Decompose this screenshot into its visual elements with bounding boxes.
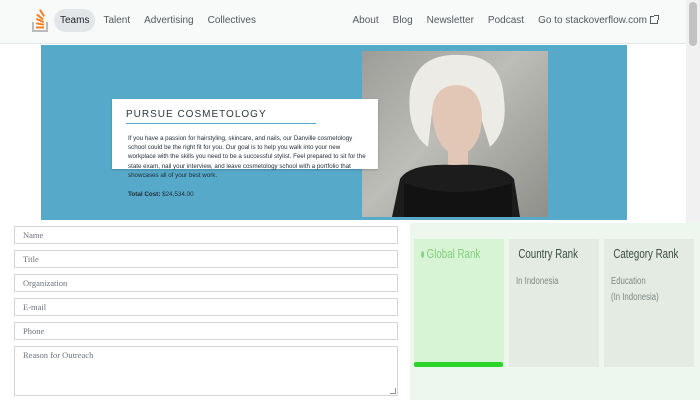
stack-overflow-logo-icon[interactable] (30, 6, 50, 34)
country-rank-title: Country Rank (518, 247, 578, 261)
nav-collectives[interactable]: Collectives (202, 9, 262, 32)
category-rank-subtitle: Education (611, 276, 646, 287)
rank-bullet-icon (421, 250, 425, 258)
external-link-icon (650, 15, 659, 24)
nav-about[interactable]: About (347, 9, 385, 32)
top-navbar: Teams Talent Advertising Collectives Abo… (0, 0, 700, 44)
nav-left: Teams Talent Advertising Collectives (54, 9, 262, 32)
scrollbar-thumb[interactable] (689, 2, 697, 46)
country-rank-card: Country Rank In Indonesia (509, 239, 599, 367)
nav-advertising[interactable]: Advertising (138, 9, 199, 32)
title-field[interactable]: Title (14, 250, 398, 268)
ad-banner[interactable]: PURSUE COSMETOLOGY If you have a passion… (41, 45, 627, 220)
woman-portrait-image (392, 54, 520, 217)
ad-cost-label: Total Cost: (128, 191, 161, 198)
ad-total-cost: Total Cost: $24,534.00 (128, 191, 194, 198)
rank-progress-bar (414, 362, 503, 367)
page: Teams Talent Advertising Collectives Abo… (0, 0, 700, 400)
global-rank-title: Global Rank (426, 247, 481, 261)
reason-placeholder: Reason for Outreach (23, 350, 94, 360)
nav-blog[interactable]: Blog (387, 9, 419, 32)
contact-form: Name Title Organization E-mail Phone Rea… (14, 226, 398, 400)
ad-photo (362, 51, 548, 217)
nav-right: About Blog Newsletter Podcast Go to stac… (347, 9, 664, 32)
organization-field[interactable]: Organization (14, 274, 398, 292)
global-rank-card: Global Rank (414, 239, 504, 367)
nav-newsletter[interactable]: Newsletter (421, 9, 480, 32)
name-field[interactable]: Name (14, 226, 398, 244)
nav-go-to-stackoverflow[interactable]: Go to stackoverflow.com (532, 9, 664, 32)
ad-cost-value: $24,534.00 (162, 191, 194, 198)
nav-teams[interactable]: Teams (54, 9, 96, 32)
nav-podcast[interactable]: Podcast (482, 9, 530, 32)
ad-title: PURSUE COSMETOLOGY (126, 109, 267, 120)
category-rank-title: Category Rank (613, 247, 679, 261)
category-rank-subtitle-2: (In Indonesia) (611, 292, 659, 303)
ad-description: If you have a passion for hairstyling, s… (128, 135, 366, 179)
rank-panel: Global Rank Country Rank In Indonesia Ca… (410, 223, 700, 400)
phone-field[interactable]: Phone (14, 322, 398, 340)
category-rank-card: Category Rank Education (In Indonesia) (604, 239, 694, 367)
email-field[interactable]: E-mail (14, 298, 398, 316)
nav-go-to-stackoverflow-label: Go to stackoverflow.com (538, 15, 647, 26)
resize-handle-icon[interactable] (390, 388, 396, 394)
ad-title-underline (126, 123, 316, 124)
nav-talent[interactable]: Talent (97, 9, 136, 32)
country-rank-subtitle: In Indonesia (516, 276, 559, 287)
reason-textarea[interactable]: Reason for Outreach (14, 346, 398, 396)
